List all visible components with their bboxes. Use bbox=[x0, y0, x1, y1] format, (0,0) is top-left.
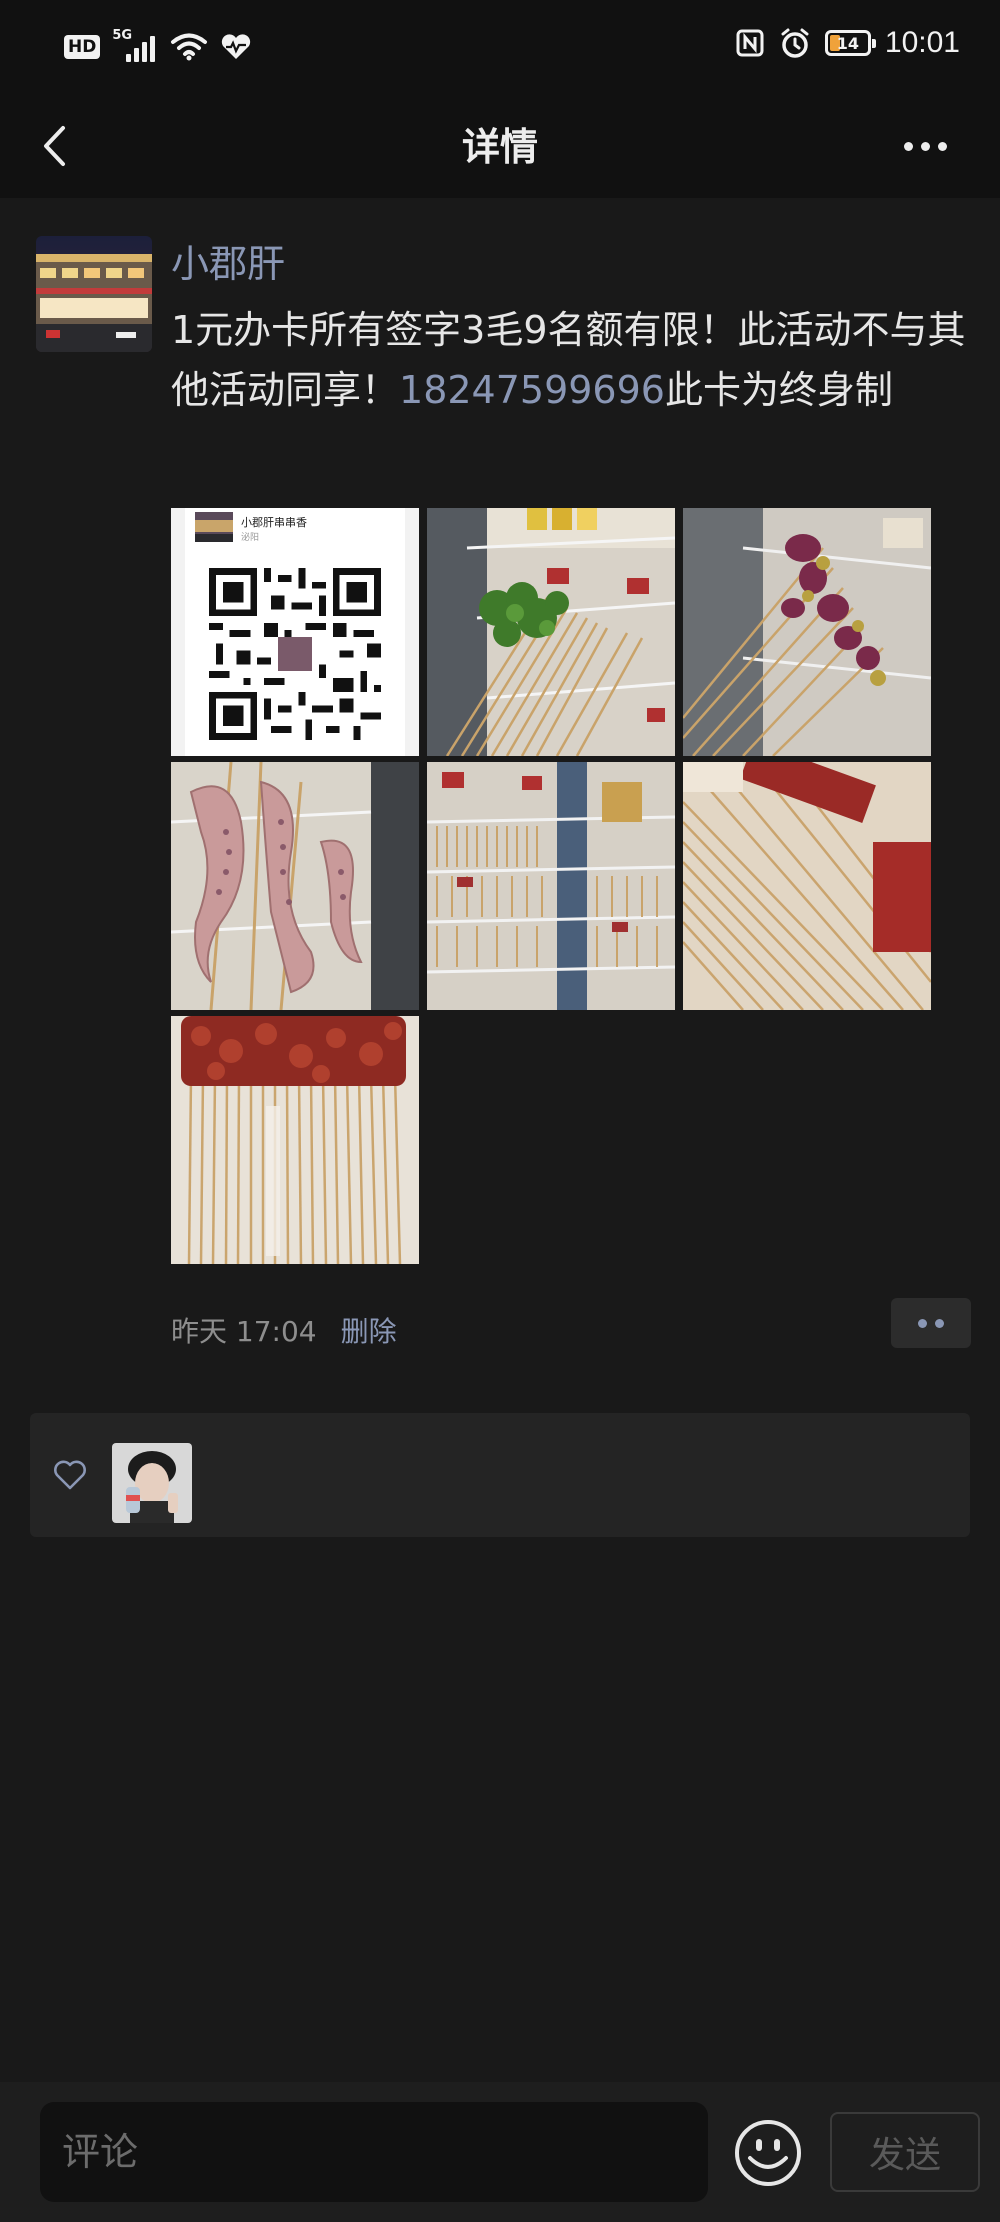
qr-location: 泌阳 bbox=[241, 533, 260, 543]
emoji-button[interactable] bbox=[733, 2118, 803, 2188]
page-title: 详情 bbox=[461, 125, 538, 169]
send-button[interactable]: 发送 bbox=[830, 2112, 980, 2192]
battery-icon: 14 bbox=[824, 30, 876, 56]
comment-input[interactable] bbox=[40, 2102, 708, 2202]
alarm-icon bbox=[781, 28, 809, 58]
smiley-icon bbox=[735, 2120, 801, 2186]
photo-squid-tentacle-skewers[interactable] bbox=[171, 762, 419, 1010]
nav-bar: 详情 bbox=[0, 96, 1000, 198]
more-dots-icon bbox=[918, 1318, 927, 1328]
hd-voice-icon: HD bbox=[64, 35, 101, 59]
photo-grid: 小郡肝串串香 泌阳 bbox=[171, 508, 931, 1264]
photo-purple-vegetable-skewers[interactable] bbox=[683, 508, 931, 756]
status-bar: HD 5G 14 10:01 bbox=[0, 0, 1000, 96]
post-text-part: 此卡为终身制 bbox=[664, 368, 893, 412]
nfc-icon bbox=[736, 29, 764, 57]
heart-outline-icon bbox=[54, 1460, 86, 1490]
storefront-photo bbox=[36, 236, 152, 352]
photo-fridge-shelves-skewers[interactable] bbox=[427, 762, 675, 1010]
post-meta: 昨天 17:04 删除 bbox=[171, 1310, 397, 1350]
comment-bar: 发送 bbox=[0, 2082, 1000, 2222]
post-time: 昨天 17:04 bbox=[171, 1315, 317, 1348]
phone-link[interactable]: 18247599696 bbox=[399, 368, 665, 412]
more-options-button[interactable] bbox=[890, 118, 960, 174]
qr-code bbox=[209, 568, 381, 740]
post-text: 1元办卡所有签字3毛9名额有限！此活动不与其他活动同享！18247599696此… bbox=[171, 300, 971, 420]
delete-link[interactable]: 删除 bbox=[341, 1310, 397, 1350]
author-name[interactable]: 小郡肝 bbox=[171, 236, 285, 292]
author-avatar[interactable] bbox=[36, 236, 152, 352]
health-heart-icon bbox=[222, 34, 251, 59]
liker-avatar[interactable] bbox=[112, 1443, 192, 1523]
shop-thumbnail bbox=[195, 512, 233, 542]
photo-beef-skewers-bundle[interactable] bbox=[171, 1016, 419, 1264]
clock: 10:01 bbox=[884, 26, 960, 59]
wifi-icon bbox=[171, 33, 208, 61]
qr-shop-name: 小郡肝串串香 bbox=[241, 516, 307, 529]
like-comment-menu-button[interactable] bbox=[891, 1298, 971, 1348]
more-horizontal-icon bbox=[903, 141, 913, 151]
photo-fridge-herbs-skewers[interactable] bbox=[427, 508, 675, 756]
likes-panel bbox=[30, 1413, 970, 1537]
photo-qr-code-card[interactable]: 小郡肝串串香 泌阳 bbox=[171, 508, 419, 756]
photo-red-meat-skewers-tray[interactable] bbox=[683, 762, 931, 1010]
battery-level: 14 bbox=[836, 33, 860, 53]
cellular-signal-icon: 5G bbox=[112, 28, 158, 64]
